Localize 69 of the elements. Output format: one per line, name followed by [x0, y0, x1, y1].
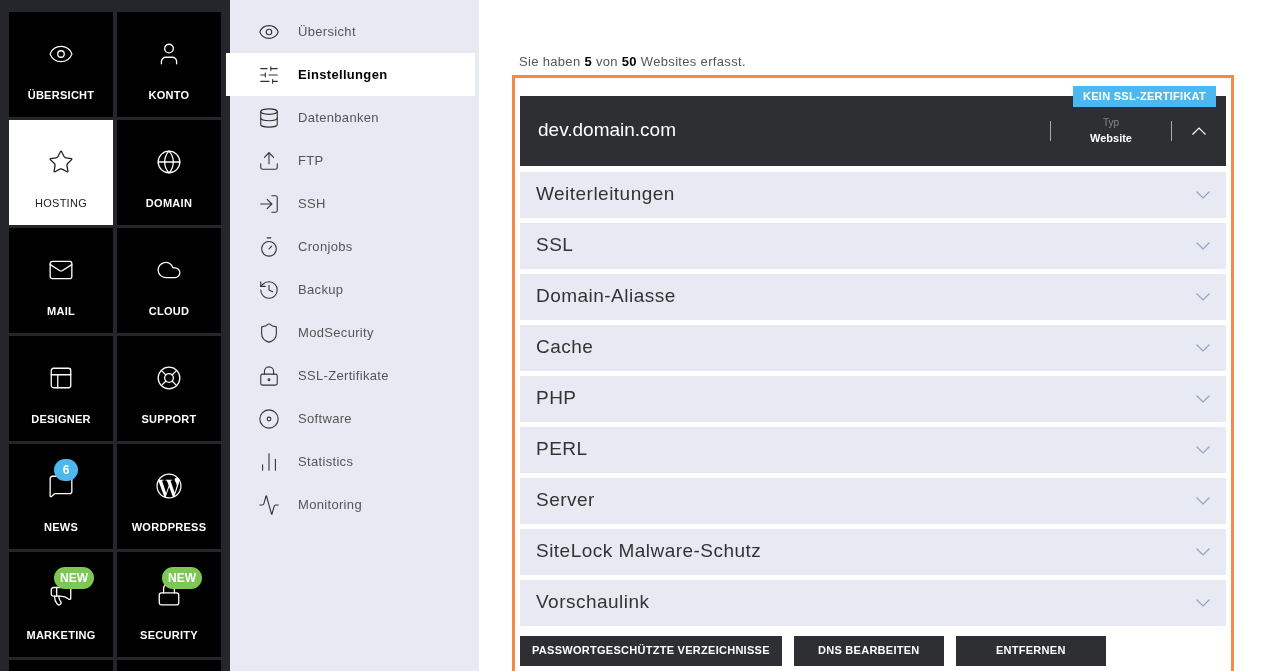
login-arrow-icon: [258, 192, 280, 215]
nav-tile[interactable]: WORDPRESS: [117, 444, 221, 549]
sub-nav-item[interactable]: Übersicht: [230, 10, 479, 53]
nav-tile[interactable]: MAIL: [9, 228, 113, 333]
history-clock-icon: [258, 278, 280, 301]
nav-tile[interactable]: 6 NEWS: [9, 444, 113, 549]
chevron-down-icon: [1196, 343, 1210, 352]
sub-nav-item[interactable]: Datenbanken: [230, 96, 479, 139]
sub-nav-item[interactable]: Backup: [230, 268, 479, 311]
chevron-down-icon: [1196, 496, 1210, 505]
sub-nav-item[interactable]: SSH: [230, 182, 479, 225]
nav-tile[interactable]: KONTO: [117, 12, 221, 117]
nav-tile[interactable]: NEW SECURITY: [117, 552, 221, 657]
lifebuoy-icon: [156, 364, 182, 391]
badge: NEW: [54, 566, 94, 589]
domain-name: dev.domain.com: [538, 118, 677, 143]
sub-nav-item[interactable]: Cronjobs: [230, 225, 479, 268]
sub-nav-item[interactable]: FTP: [230, 139, 479, 182]
chevron-down-icon: [1196, 394, 1210, 403]
database-icon: [258, 106, 280, 129]
wordpress-icon: [156, 472, 182, 499]
accordion-row[interactable]: PERL: [520, 426, 1226, 473]
sub-nav-item[interactable]: SSL-Zertifikate: [230, 354, 479, 397]
badge: NEW: [162, 566, 202, 589]
chevron-down-icon: [1196, 292, 1210, 301]
lock-icon: [258, 364, 280, 387]
upload-icon: [258, 149, 280, 172]
accordion-row[interactable]: SiteLock Malware-Schutz: [520, 528, 1226, 575]
disc-icon: [258, 407, 280, 430]
sub-nav-item[interactable]: ModSecurity: [230, 311, 479, 354]
star-icon: [48, 148, 74, 175]
nav-tile[interactable]: SUPPORT: [117, 336, 221, 441]
sub-nav-item[interactable]: Statistics: [230, 440, 479, 483]
action-button[interactable]: ENTFERNEN: [955, 635, 1106, 666]
stopwatch-icon: [258, 235, 280, 258]
sub-nav-item[interactable]: Monitoring: [230, 483, 479, 526]
nav-tile[interactable]: NEW MARKETING: [9, 552, 113, 657]
type-value: Website: [1090, 130, 1132, 146]
nav-tile[interactable]: DESIGNER: [9, 336, 113, 441]
accordion-row[interactable]: Vorschaulink: [520, 579, 1226, 626]
globe-icon: [156, 148, 182, 175]
ssl-status-badge: KEIN SSL-ZERTIFIKAT: [1073, 85, 1216, 107]
sliders-icon: [258, 63, 280, 86]
nav-tile[interactable]: DOMAIN: [117, 120, 221, 225]
pulse-icon: [258, 493, 280, 516]
accordion-row[interactable]: Domain-Aliasse: [520, 273, 1226, 320]
nav-tile[interactable]: HOSTING: [9, 120, 113, 225]
chevron-down-icon: [1196, 445, 1210, 454]
collapse-toggle[interactable]: [1192, 126, 1206, 135]
sub-nav-item[interactable]: Einstellungen: [226, 53, 475, 96]
accordion-row[interactable]: SSL: [520, 222, 1226, 269]
shield-icon: [258, 321, 280, 344]
accordion-row[interactable]: Weiterleitungen: [520, 171, 1226, 218]
accordion-row[interactable]: Cache: [520, 324, 1226, 371]
accordion-row[interactable]: Server: [520, 477, 1226, 524]
sub-nav-item[interactable]: Software: [230, 397, 479, 440]
nav-tile[interactable]: ÜBERSICHT: [9, 12, 113, 117]
badge: 6: [54, 458, 78, 481]
chevron-up-icon: [1192, 126, 1206, 135]
chevron-down-icon: [1196, 547, 1210, 556]
action-button[interactable]: DNS BEARBEITEN: [793, 635, 944, 666]
type-label: Typ: [1102, 115, 1120, 130]
nav-tile[interactable]: CLOUD: [117, 228, 221, 333]
action-button[interactable]: PASSWORTGESCHÜTZTE VERZEICHNISSE: [520, 635, 782, 666]
chevron-down-icon: [1196, 190, 1210, 199]
summary-text: Sie haben 5 von 50 Websites erfasst.: [518, 53, 747, 71]
accordion-row[interactable]: PHP: [520, 375, 1226, 422]
chevron-down-icon: [1196, 241, 1210, 250]
chevron-down-icon: [1196, 598, 1210, 607]
